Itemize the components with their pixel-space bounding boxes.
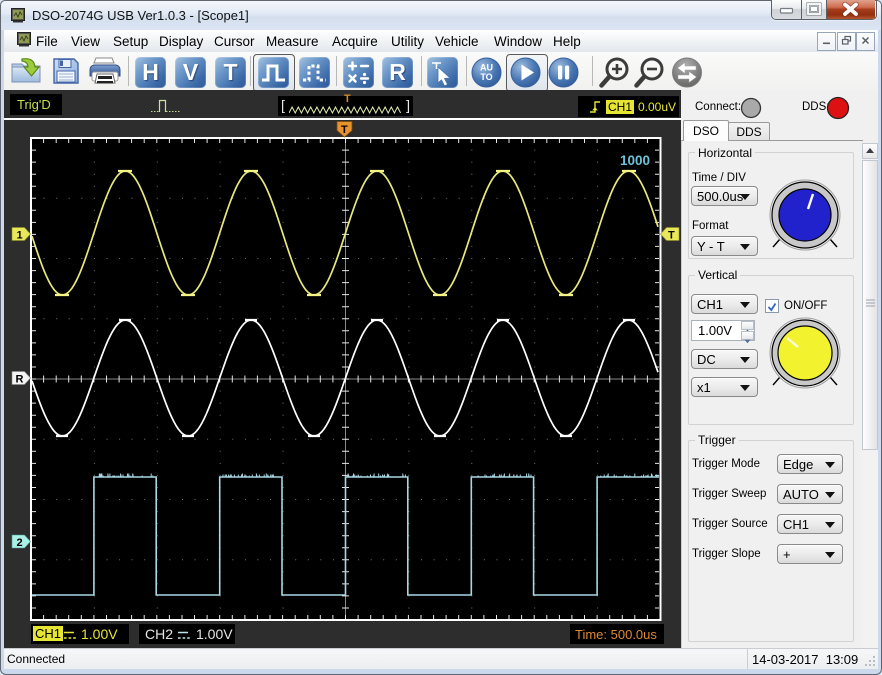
svg-text:R: R bbox=[16, 374, 24, 386]
svg-text:1000: 1000 bbox=[620, 153, 650, 168]
svg-text:TO: TO bbox=[480, 72, 492, 82]
svg-text:AU: AU bbox=[480, 63, 493, 73]
svg-text:T: T bbox=[341, 124, 348, 136]
svg-text:1: 1 bbox=[17, 230, 23, 242]
svg-text:T: T bbox=[668, 230, 675, 242]
svg-text:2: 2 bbox=[17, 537, 23, 549]
